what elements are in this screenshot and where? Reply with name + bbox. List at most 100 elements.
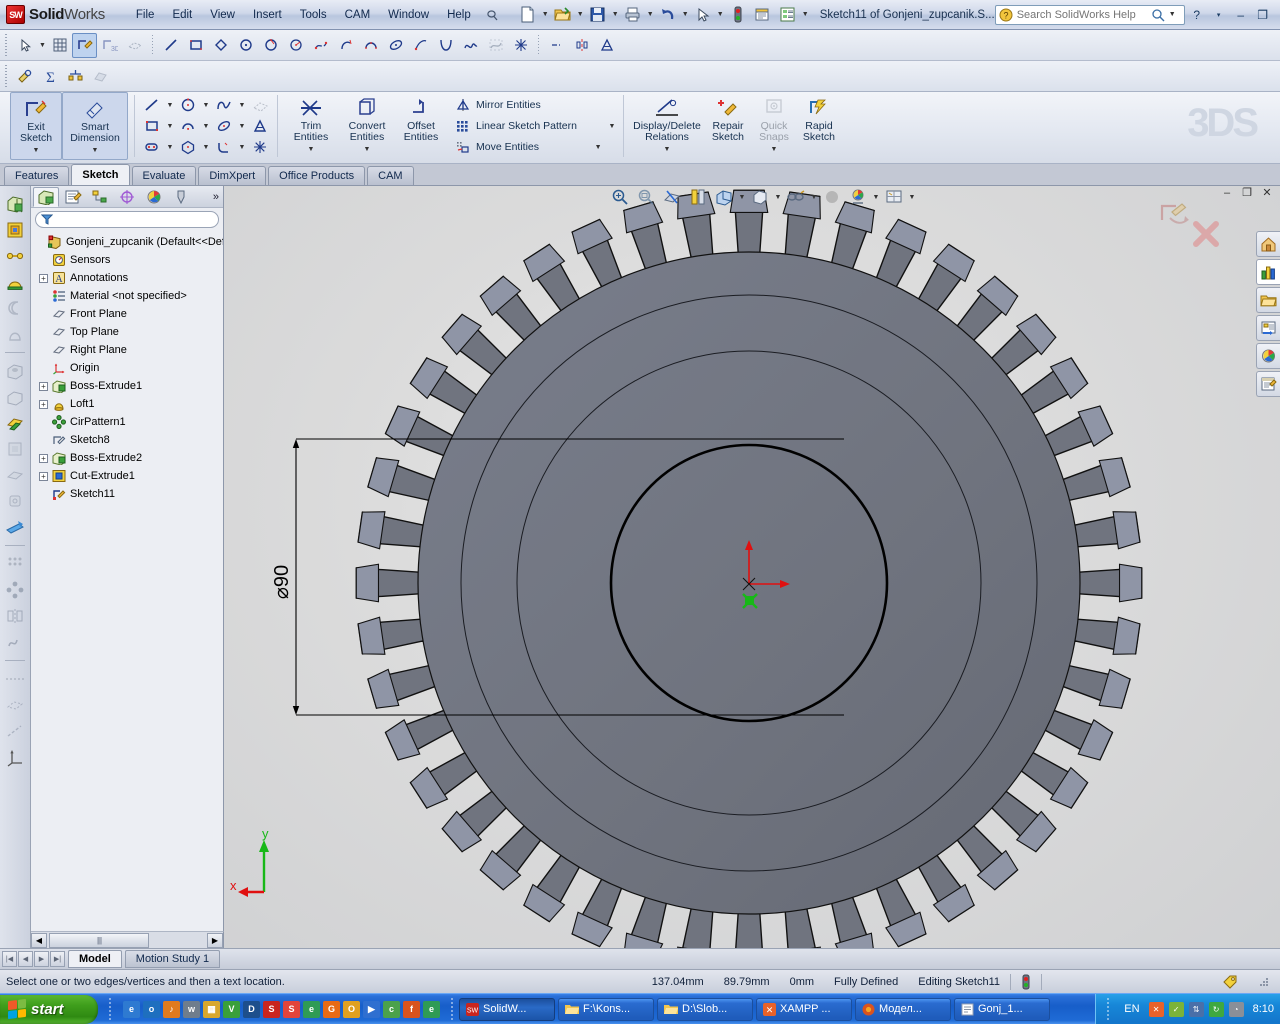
firefox-icon[interactable]: f	[403, 1000, 420, 1018]
extruded-boss-icon[interactable]	[2, 192, 28, 216]
perimeter-circle-icon[interactable]	[258, 33, 283, 58]
rectangle-icon[interactable]	[183, 33, 208, 58]
internet-explorer-icon[interactable]: e	[123, 1000, 140, 1018]
winamp-icon[interactable]: w	[183, 1000, 200, 1018]
point-icon[interactable]	[249, 137, 271, 157]
text-icon[interactable]	[594, 33, 619, 58]
swept-boss-icon[interactable]	[2, 244, 28, 268]
tree-item-material[interactable]: Material <not specified>	[31, 287, 223, 305]
tree-item-top-plane[interactable]: Top Plane	[31, 323, 223, 341]
equation-curve-icon[interactable]	[483, 33, 508, 58]
pin-icon[interactable]	[480, 3, 504, 27]
view-orientation-icon[interactable]	[686, 186, 710, 208]
hole-wizard-icon[interactable]	[2, 359, 28, 383]
edge-legacy-icon[interactable]: e	[423, 1000, 440, 1018]
slot-dropdown-icon[interactable]: ▼	[165, 144, 175, 151]
hscroll-thumb[interactable]: ||||	[49, 932, 149, 948]
lofted-cut-icon[interactable]	[2, 437, 28, 461]
tag-icon[interactable]	[1212, 974, 1248, 990]
quick-snaps-dropdown-icon[interactable]: ▼	[771, 144, 778, 155]
hscroll-left-button[interactable]: ◀	[31, 932, 47, 948]
undo-dropdown-icon[interactable]: ▼	[681, 4, 690, 26]
opera-mail-icon[interactable]: O	[343, 1000, 360, 1018]
mass-properties-icon[interactable]: Σ	[38, 64, 63, 89]
partial-ellipse-icon[interactable]	[408, 33, 433, 58]
circle-dropdown-icon[interactable]: ▼	[201, 102, 211, 109]
spline-dropdown-icon[interactable]: ▼	[237, 102, 247, 109]
swept-cut-icon[interactable]	[2, 411, 28, 435]
instant3d-icon[interactable]	[2, 515, 28, 539]
exit-sketch-button[interactable]: Exit Sketch ▼	[10, 92, 62, 160]
outlook-icon[interactable]: o	[143, 1000, 160, 1018]
apply-scene-icon[interactable]	[820, 186, 844, 208]
mirror-icon[interactable]	[569, 33, 594, 58]
line-dropdown-icon[interactable]: ▼	[165, 102, 175, 109]
tree-item-sketch8[interactable]: Sketch8	[31, 431, 223, 449]
shield-tray-icon[interactable]: ◔	[1228, 1001, 1244, 1017]
close-button[interactable]: ✕	[1275, 6, 1280, 24]
linear-sketch-pattern-row[interactable]: Linear Sketch Pattern ▼	[452, 116, 617, 136]
search-input[interactable]	[1016, 8, 1147, 21]
tree-item-boss-extrude2[interactable]: + Boss-Extrude2	[31, 449, 223, 467]
linear-sketch-pattern-dropdown-icon[interactable]: ▼	[607, 123, 617, 130]
sketch-on-plane-icon[interactable]	[122, 33, 147, 58]
move-entities-dropdown-icon[interactable]: ▼	[593, 144, 603, 151]
boundary-cut-icon[interactable]	[2, 463, 28, 487]
revolved-boss-icon[interactable]	[2, 218, 28, 242]
doc-minimize-button[interactable]: –	[1220, 187, 1234, 199]
visio-icon[interactable]: V	[223, 1000, 240, 1018]
curves-icon[interactable]	[2, 630, 28, 654]
slot-icon[interactable]	[141, 137, 163, 157]
polygon-icon[interactable]	[177, 137, 199, 157]
appearance-dropdown-icon[interactable]: ▼	[810, 194, 818, 201]
centerpoint-arc-icon[interactable]	[177, 116, 199, 136]
expander-plus[interactable]: +	[39, 453, 48, 463]
solidworks-icon[interactable]: S	[263, 1000, 280, 1018]
select-dropdown-icon[interactable]: ▼	[38, 34, 47, 56]
expander-plus[interactable]: +	[39, 471, 48, 481]
mirror-entities-row[interactable]: Mirror Entities	[452, 95, 617, 115]
nav-prev-button[interactable]: ◀	[18, 951, 33, 967]
edge-icon[interactable]: e	[303, 1000, 320, 1018]
rapid-sketch-button[interactable]: Rapid Sketch	[796, 92, 842, 160]
centerpoint-arc-icon[interactable]	[283, 33, 308, 58]
tab-sketch[interactable]: Sketch	[71, 164, 130, 185]
hscroll-right-button[interactable]: ▶	[207, 932, 223, 948]
chevron-right-double-icon[interactable]: »	[213, 191, 223, 203]
fillet-icon[interactable]	[2, 489, 28, 513]
select-arrow-icon[interactable]	[13, 33, 38, 58]
parabola-icon[interactable]	[433, 33, 458, 58]
doc-close-button[interactable]: ✕	[1260, 186, 1274, 199]
tree-item-sensors[interactable]: Sensors	[31, 251, 223, 269]
antivirus-tray-icon[interactable]: ✓	[1168, 1001, 1184, 1017]
circular-pattern-icon[interactable]	[2, 578, 28, 602]
offset-entities-button[interactable]: Offset Entities	[396, 92, 446, 160]
tree-item-loft1[interactable]: + Loft1	[31, 395, 223, 413]
3d-sketch-plane-icon[interactable]	[249, 95, 271, 115]
linear-pattern-icon[interactable]	[2, 552, 28, 576]
tree-item-annotations[interactable]: + A Annotations	[31, 269, 223, 287]
feature-filter-box[interactable]	[35, 210, 219, 228]
feature-tree-icon[interactable]	[33, 186, 59, 207]
property-manager-icon[interactable]	[60, 187, 86, 207]
polygon-dropdown-icon[interactable]: ▼	[201, 144, 211, 151]
tab-features[interactable]: Features	[4, 166, 70, 185]
save-dropdown-icon[interactable]: ▼	[611, 4, 620, 26]
tree-item-cirpattern1[interactable]: CirPattern1	[31, 413, 223, 431]
axis-icon[interactable]	[2, 719, 28, 743]
excel-chart-icon[interactable]: ▦	[203, 1000, 220, 1018]
tab-motion-study-1[interactable]: Motion Study 1	[124, 950, 221, 968]
solidworks-resources-icon[interactable]	[1256, 231, 1280, 257]
network-tray-icon[interactable]: ⇅	[1188, 1001, 1204, 1017]
tree-item-part[interactable]: Gonjeni_zupcanik (Default<<Defa	[31, 233, 223, 251]
hide-show-items-icon[interactable]	[748, 186, 772, 208]
tab-evaluate[interactable]: Evaluate	[131, 166, 197, 185]
edit-appearance-icon[interactable]	[784, 186, 808, 208]
section-properties-icon[interactable]	[63, 64, 88, 89]
open-folder-icon[interactable]	[551, 3, 575, 27]
coordinate-system-icon[interactable]	[2, 745, 28, 769]
search-dropdown-icon[interactable]: ▼	[1169, 11, 1176, 18]
expander-plus[interactable]: +	[39, 381, 48, 391]
repair-sketch-button[interactable]: Repair Sketch	[704, 92, 752, 160]
print-icon[interactable]	[621, 3, 645, 27]
